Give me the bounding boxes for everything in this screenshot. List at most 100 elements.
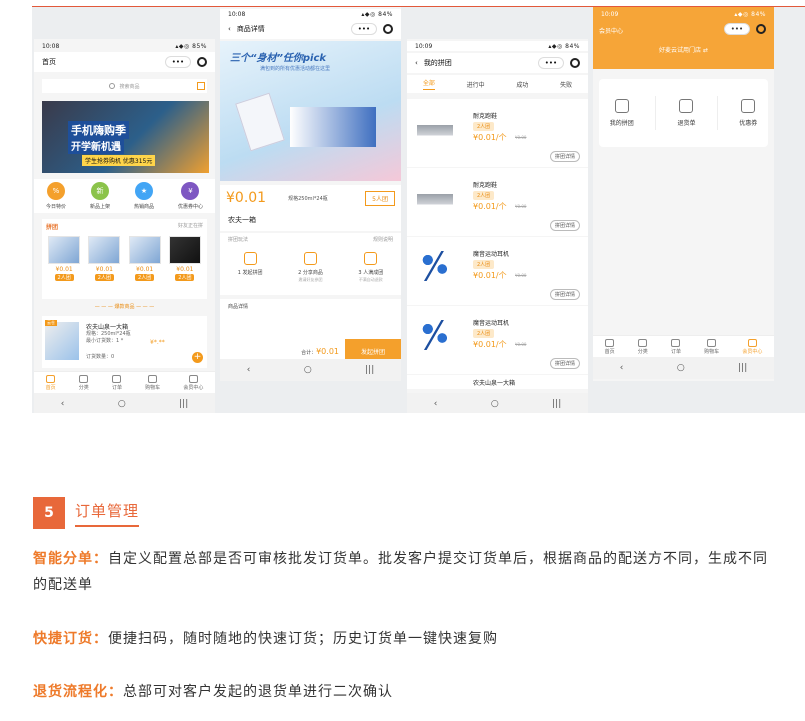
product-price: ¥*.**	[150, 339, 165, 346]
home-circle-icon[interactable]: ○	[677, 363, 685, 373]
tab-home[interactable]: 首页	[605, 338, 615, 355]
paragraph-return-flow: 退货流程化：总部可对客户发起的退货单进行二次确认	[33, 679, 393, 705]
tab-member[interactable]: 会员中心	[742, 338, 763, 355]
back-icon[interactable]: ‹	[247, 365, 251, 375]
banner-line2: 开学新机遇	[68, 137, 124, 154]
back-arrow-icon[interactable]: ‹	[415, 59, 418, 67]
list-item[interactable]: 魔音运动耳机 2人团 ¥0.01/个 ¥0.00 拼团详情	[407, 237, 588, 305]
quick-label: 新品上架	[89, 204, 110, 210]
tab-orders[interactable]: 订单	[671, 338, 681, 355]
tab-success[interactable]: 成功	[516, 80, 528, 89]
shortcut-coupons[interactable]: 优惠券	[739, 99, 757, 127]
item-price: ¥0.01/个	[473, 340, 507, 349]
tab-cart[interactable]: 购物车	[145, 374, 161, 391]
scan-icon[interactable]	[197, 82, 205, 90]
hot-section-title: — — — 爆款商品 — — —	[94, 304, 155, 310]
step-share: 2 分享商品 邀请好友参团	[298, 252, 323, 283]
paragraph-smart-split: 智能分单：自定义配置总部是否可审核批发订货单。批发客户提交订货单后，根据商品的配…	[33, 546, 778, 598]
quick-item-special[interactable]: % 今日特价	[46, 179, 66, 213]
item-price: ¥0.01/个	[473, 133, 507, 142]
group-size-badge: 5人团	[365, 190, 395, 206]
close-mini-icon[interactable]	[756, 24, 766, 34]
add-icon[interactable]: +	[192, 352, 203, 363]
back-arrow-icon[interactable]: ‹	[228, 25, 231, 33]
quick-label: 今日特价	[45, 204, 66, 210]
total-label: 合计：	[301, 349, 317, 356]
more-icon[interactable]: •••	[165, 56, 191, 68]
share-icon	[303, 252, 317, 265]
tab-all[interactable]: 全部	[422, 78, 435, 90]
tab-label: 会员中心	[742, 348, 763, 355]
search-input[interactable]: 搜索商品	[119, 83, 139, 90]
product-name: 农夫一箱	[220, 211, 401, 231]
switch-icon[interactable]: ⇄	[703, 47, 708, 54]
group-more-link[interactable]: 好友正在拼	[178, 222, 203, 231]
section-title: 订单管理	[75, 500, 140, 527]
quick-item-new[interactable]: 新新品上架	[90, 179, 110, 213]
close-mini-icon[interactable]	[197, 57, 207, 67]
grid-icon	[79, 374, 89, 383]
back-icon[interactable]: ‹	[61, 399, 65, 409]
quick-label: 热销商品	[133, 204, 154, 210]
list-item[interactable]: 魔音运动耳机 2人团 ¥0.01/个 ¥0.00 拼团详情	[407, 306, 588, 374]
android-nav: ‹ ○ |||	[220, 359, 401, 381]
group-item[interactable]: ¥0.01 2人团	[167, 236, 203, 281]
group-detail-button[interactable]: 拼团详情	[549, 289, 580, 300]
more-icon[interactable]: •••	[724, 23, 750, 35]
product-image	[290, 107, 376, 147]
store-name[interactable]: 好麦云试用门店	[659, 47, 701, 54]
shortcut-returns[interactable]: 退货单	[677, 99, 696, 127]
recent-icon[interactable]: |||	[738, 363, 747, 373]
group-item[interactable]: ¥0.01 2人团	[46, 236, 82, 281]
member-icon	[188, 374, 198, 383]
status-battery: ▴◆◎ 85%	[175, 42, 207, 50]
group-badge: 2人团	[473, 191, 495, 200]
more-icon[interactable]: •••	[351, 23, 377, 35]
rule-link[interactable]: 规则说明	[373, 236, 393, 243]
page-title: 商品详情	[236, 25, 265, 33]
tab-label: 购物车	[145, 384, 161, 391]
shortcut-my-groups[interactable]: 我的拼团	[610, 99, 634, 127]
product-image	[235, 92, 285, 152]
tab-member[interactable]: 会员中心	[183, 374, 203, 391]
list-item[interactable]: 农夫山泉一大箱	[407, 375, 588, 389]
quick-item-coupon[interactable]: ¥ 优惠券中心	[178, 179, 203, 213]
close-mini-icon[interactable]	[570, 58, 580, 68]
more-icon[interactable]: •••	[538, 57, 564, 69]
back-icon[interactable]: ‹	[620, 363, 624, 373]
back-icon[interactable]: ‹	[434, 399, 438, 409]
recent-icon[interactable]: |||	[552, 399, 561, 409]
home-circle-icon[interactable]: ○	[491, 399, 499, 409]
recent-icon[interactable]: |||	[365, 365, 374, 375]
home-circle-icon[interactable]: ○	[118, 399, 126, 409]
home-circle-icon[interactable]: ○	[304, 365, 312, 375]
list-item[interactable]: 耐克跑鞋 2人团 ¥0.01/个 ¥0.00 拼团详情	[407, 99, 588, 167]
home-icon	[46, 374, 56, 383]
step-label: 3 人满成团	[358, 270, 384, 276]
product-spec: 规格：250ml*24瓶	[86, 331, 131, 337]
group-item[interactable]: ¥0.01 2人团	[86, 236, 122, 281]
member-icon	[747, 338, 757, 347]
tab-cart[interactable]: 购物车	[704, 338, 719, 355]
group-detail-button[interactable]: 拼团详情	[549, 220, 580, 231]
shortcut-label: 优惠券	[739, 120, 758, 127]
tab-failed[interactable]: 失败	[560, 80, 572, 89]
price-bar: ¥0.01 规格250ml*24瓶 5人团	[220, 185, 401, 211]
group-icon	[614, 99, 629, 113]
recent-icon[interactable]: |||	[179, 399, 188, 409]
tab-category[interactable]: 分类	[638, 338, 648, 355]
group-item[interactable]: ¥0.01 2人团	[127, 236, 163, 281]
promo-banner[interactable]: 手机嗨购季 开学新机遇 学生抢券购机 优惠315元	[42, 101, 209, 173]
group-detail-button[interactable]: 拼团详情	[549, 358, 580, 369]
quick-item-hot[interactable]: ★ 热销商品	[134, 179, 154, 213]
tab-ongoing[interactable]: 进行中	[467, 80, 485, 89]
list-item[interactable]: 耐克跑鞋 2人团 ¥0.01/个 ¥0.00 拼团详情	[407, 168, 588, 236]
tab-category[interactable]: 分类	[79, 374, 89, 391]
tab-orders[interactable]: 订单	[112, 374, 122, 391]
hot-product-card[interactable]: 云仓 农夫山泉一大箱 规格：250ml*24瓶 最小订货数：1 * ¥*.** 订…	[42, 316, 207, 368]
close-mini-icon[interactable]	[383, 24, 393, 34]
group-detail-button[interactable]: 拼团详情	[549, 151, 580, 162]
status-time: 10:09	[415, 42, 433, 50]
step-start: 1 发起拼团	[238, 252, 263, 283]
tab-home[interactable]: 首页	[46, 374, 56, 391]
